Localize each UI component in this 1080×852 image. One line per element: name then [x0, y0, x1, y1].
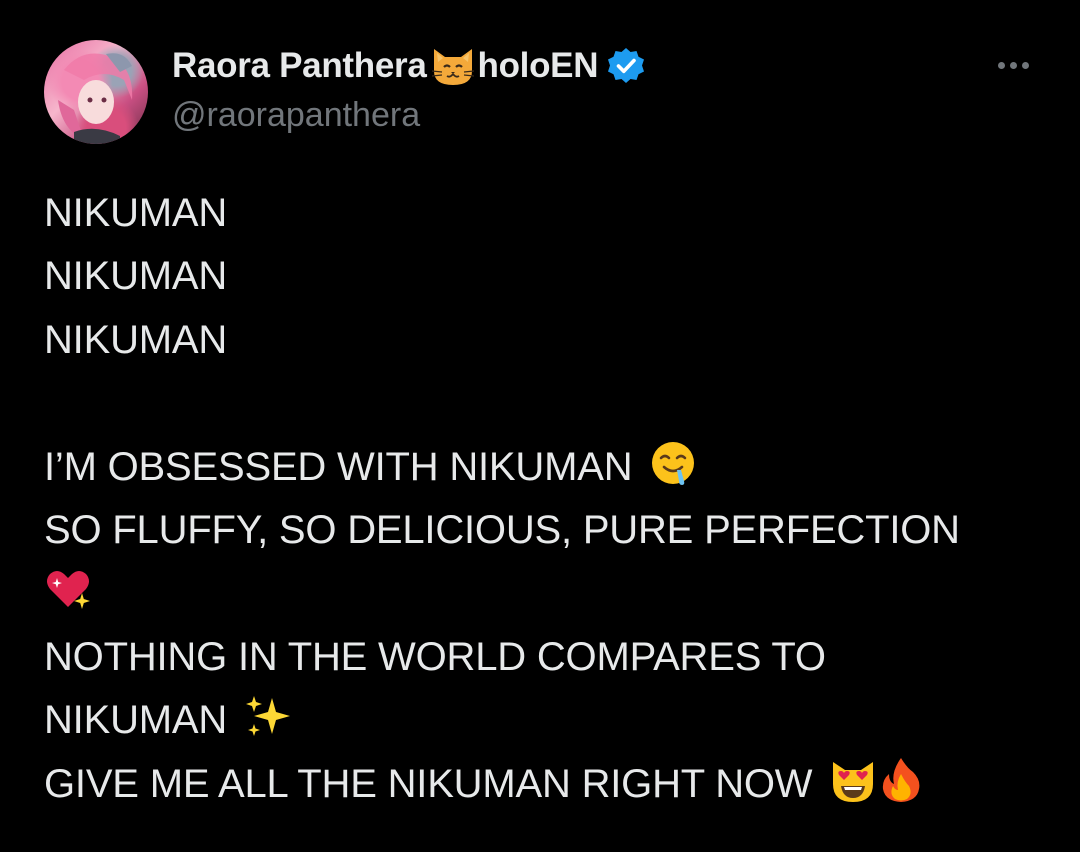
verified-badge-icon[interactable]	[606, 46, 646, 86]
display-name-part2: holoEN	[477, 46, 599, 85]
avatar-image	[58, 53, 133, 144]
tweet-line-with-emoji: I’M OBSESSED WITH NIKUMAN	[44, 436, 1034, 499]
tweet-line: NIKUMAN	[44, 191, 228, 235]
tweet-line: SO FLUFFY, SO DELICIOUS, PURE PERFECTION	[44, 507, 960, 552]
tweet-line: NIKUMAN	[44, 254, 228, 299]
avatar[interactable]	[44, 40, 148, 144]
author-name-row[interactable]: Raora Panthera holoEN	[172, 44, 646, 88]
more-dot	[1021, 61, 1029, 69]
tweet: Raora Panthera holoEN @raorapanthera NIK…	[0, 0, 1080, 852]
tweet-line-emoji-only	[44, 562, 1034, 625]
smiling-cat-heart-eyes-icon	[829, 756, 877, 804]
tweet-line-text: GIVE ME ALL THE NIKUMAN RIGHT NOW	[44, 761, 813, 806]
sparkling-heart-icon	[44, 565, 92, 613]
cat-face-icon	[430, 45, 476, 87]
more-dot	[1009, 61, 1017, 69]
author-display-name[interactable]: Raora Panthera holoEN	[172, 45, 599, 87]
drooling-face-icon	[649, 439, 697, 487]
tweet-text: NIKUMAN NIKUMAN NIKUMAN I’M OBSESSED WIT…	[44, 182, 1034, 816]
tweet-line-with-emoji: GIVE ME ALL THE NIKUMAN RIGHT NOW	[44, 753, 1034, 816]
display-name-part1: Raora Panthera	[172, 46, 427, 85]
sparkles-icon	[244, 692, 292, 740]
tweet-line: NOTHING IN THE WORLD COMPARES TO	[44, 634, 826, 679]
author-handle[interactable]: @raorapanthera	[172, 96, 420, 135]
more-options-icon[interactable]	[988, 50, 1038, 80]
fire-icon	[877, 756, 925, 804]
tweet-line-text: I’M OBSESSED WITH NIKUMAN	[44, 444, 633, 489]
tweet-line: NIKUMAN	[44, 317, 228, 362]
tweet-line-text: NIKUMAN	[44, 698, 228, 743]
more-dot	[997, 61, 1005, 69]
tweet-line-with-emoji: NIKUMAN	[44, 689, 1034, 752]
